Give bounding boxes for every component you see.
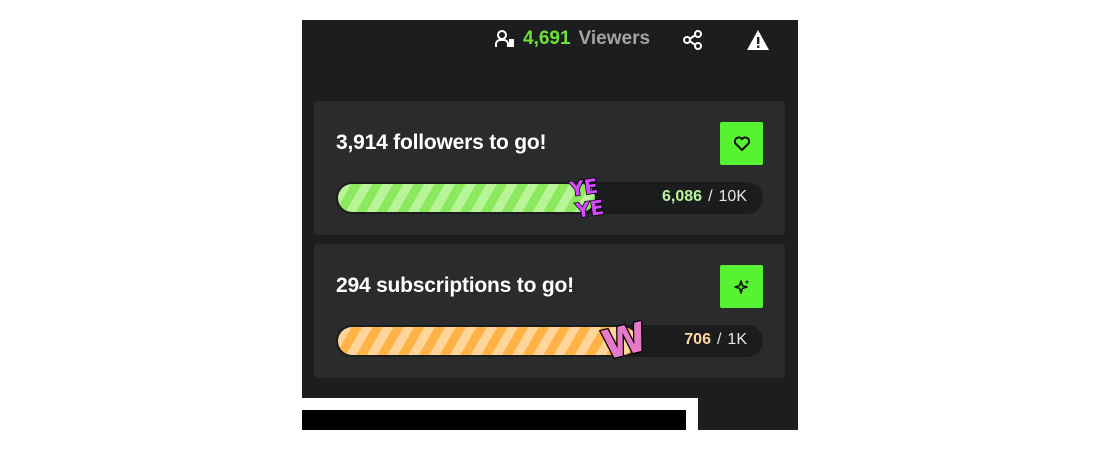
subscribe-button[interactable] [720,265,763,308]
video-frame [302,398,698,430]
sparkle-icon [733,279,749,294]
svg-text:W: W [598,314,648,365]
subscriptions-goal-card: 294 subscriptions to go! W 706 / 1K [314,244,785,378]
followers-target: 10K [718,188,747,205]
subscriptions-progress-bar: W 706 / 1K [336,313,763,365]
ye-emote-icon: YE YE [568,173,606,222]
w-emote-icon: W [598,313,648,365]
video-player[interactable] [302,410,686,430]
svg-text:YE: YE [573,195,605,222]
viewer-count-number: 4,691 [523,28,571,49]
viewer-count-label: Viewers [578,28,651,49]
subscriptions-target: 1K [727,331,747,348]
subscriptions-current: 706 [684,331,711,348]
subscriptions-separator: / [716,331,722,348]
followers-goal-title: 3,914 followers to go! [336,131,547,154]
viewer-count: 4,691 Viewers [495,28,651,49]
subscriptions-progress-value: 706 / 1K [684,331,747,349]
heart-icon [733,136,750,151]
subscriptions-goal-title: 294 subscriptions to go! [336,274,574,297]
share-icon[interactable] [682,29,704,51]
subscriptions-progress-fill [338,327,637,355]
followers-goal-card: 3,914 followers to go! YE YE 6,086 / 10K [314,101,785,235]
stream-sidebar-panel: 4,691 Viewers 3,914 followers to go! YE … [302,20,798,430]
viewers-icon [495,30,514,47]
followers-current: 6,086 [662,188,703,205]
follow-button[interactable] [720,122,763,165]
warning-icon[interactable] [746,28,770,52]
followers-progress-bar: YE YE 6,086 / 10K [336,173,763,222]
followers-progress-value: 6,086 / 10K [662,188,747,206]
followers-progress-fill [338,184,595,212]
followers-separator: / [708,188,713,205]
